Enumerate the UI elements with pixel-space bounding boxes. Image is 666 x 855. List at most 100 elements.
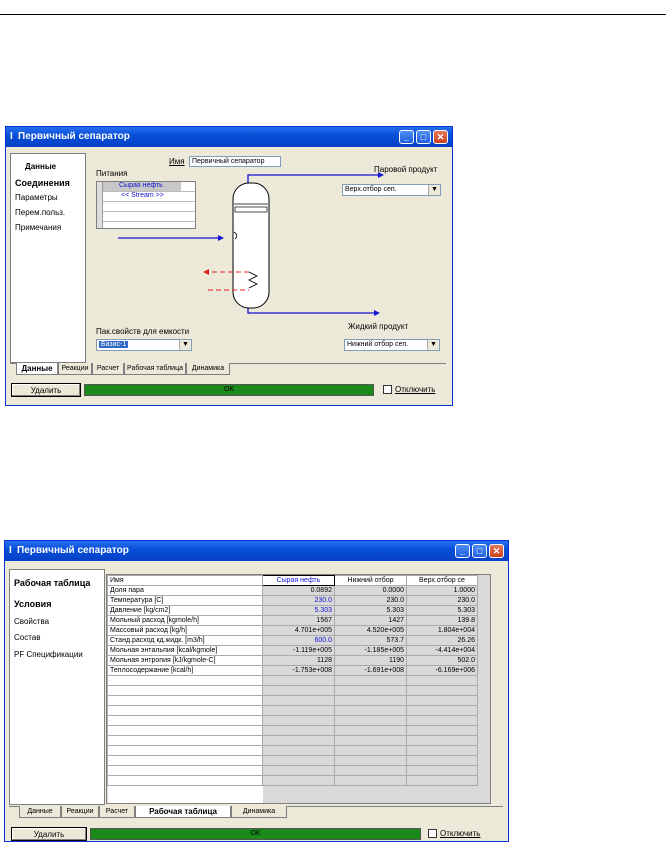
- table-cell: 5.303: [334, 605, 407, 616]
- checkbox-box[interactable]: [383, 385, 392, 395]
- table-cell: 230.0: [334, 595, 407, 606]
- table-cell-empty: [334, 735, 407, 746]
- maximize-button[interactable]: □: [472, 544, 487, 558]
- tab-worksheet[interactable]: Рабочая таблица: [135, 806, 231, 818]
- disable-checkbox[interactable]: Отключить: [383, 385, 436, 395]
- table-cell-empty: [334, 775, 407, 786]
- delete-button[interactable]: Удалить: [11, 383, 81, 397]
- tab-calculation[interactable]: Расчет: [99, 806, 135, 818]
- nav-item-properties[interactable]: Свойства: [14, 617, 49, 626]
- liquid-product-select[interactable]: Нижний отбор сеп. ▼: [344, 339, 440, 351]
- close-button[interactable]: ✕: [489, 544, 504, 558]
- table-cell-empty: [406, 715, 478, 726]
- tab-dynamics[interactable]: Динамика: [186, 363, 230, 375]
- table-cell: -4.414e+004: [406, 645, 478, 656]
- table-cell-empty: [334, 715, 407, 726]
- table-cell-empty: [262, 755, 335, 766]
- window-titlebar[interactable]: I Первичный сепаратор _ □ ✕: [5, 541, 508, 561]
- table-cell[interactable]: 600.0: [262, 635, 335, 646]
- table-row-empty: [107, 725, 478, 736]
- table-row-empty: [107, 775, 478, 786]
- liquid-product-label: Жидкий продукт: [348, 322, 409, 331]
- chevron-down-icon[interactable]: ▼: [427, 340, 439, 350]
- table-row: Станд.расход кд.жидк. [m3/h] 600.0 573.7 26…: [107, 635, 478, 646]
- table-cell-empty: [262, 695, 335, 706]
- property-package-value: Базис-1: [99, 341, 129, 348]
- status-bar: OK: [90, 828, 421, 840]
- table-row: Доля пара 0.0892 0.0000 1.0000: [107, 585, 478, 596]
- table-cell-empty: [334, 745, 407, 756]
- table-row: Мольная энтропия [kJ/kgmole-C] 1128 1190 50…: [107, 655, 478, 666]
- table-cell[interactable]: 5.303: [262, 605, 335, 616]
- table-cell-empty: [334, 755, 407, 766]
- liquid-product-value: Нижний отбор сеп.: [347, 341, 409, 348]
- separator-vessel: [232, 182, 270, 309]
- column-header-stream[interactable]: Нижний отбор: [334, 575, 407, 586]
- tab-reactions[interactable]: Реакции: [58, 363, 92, 375]
- energy-stream-arrowhead: [203, 269, 209, 275]
- separator-window-connections: I Первичный сепаратор _ □ ✕ Данные Соеди…: [5, 126, 453, 406]
- minimize-button[interactable]: _: [455, 544, 470, 558]
- nav-item-pf-specs[interactable]: PF Спецификации: [14, 650, 83, 659]
- table-cell-empty: [406, 705, 478, 716]
- table-cell-empty: [107, 775, 263, 786]
- table-row-empty: [107, 755, 478, 766]
- tab-dynamics[interactable]: Динамика: [231, 806, 287, 818]
- tab-data[interactable]: Данные: [19, 806, 61, 818]
- table-cell: 1567: [262, 615, 335, 626]
- table-cell-empty: [107, 735, 263, 746]
- property-package-label: Пак.свойств для емкости: [96, 327, 190, 336]
- table-cell-empty: [406, 765, 478, 776]
- table-cell-empty: [107, 685, 263, 696]
- disable-checkbox[interactable]: Отключить: [428, 829, 480, 839]
- column-header-stream[interactable]: Сырая нефть: [262, 575, 335, 586]
- row-label: Давление [kg/cm2]: [107, 605, 263, 616]
- table-cell-empty: [107, 705, 263, 716]
- table-cell: 1128: [262, 655, 335, 666]
- column-header-stream[interactable]: Верх.отбор се: [406, 575, 478, 586]
- table-row-empty: [107, 745, 478, 756]
- table-cell: 573.7: [334, 635, 407, 646]
- tab-worksheet[interactable]: Рабочая таблица: [124, 363, 186, 375]
- chevron-down-icon[interactable]: ▼: [179, 340, 191, 350]
- table-cell: 0.0892: [262, 585, 335, 596]
- table-cell-empty: [406, 725, 478, 736]
- property-package-select[interactable]: Базис-1 ▼: [96, 339, 192, 351]
- table-header-row: Имя Сырая нефть Нижний отбор Верх.отбор се: [107, 575, 478, 586]
- row-label: Массовый расход [kg/h]: [107, 625, 263, 636]
- row-label: Доля пара: [107, 585, 263, 596]
- table-cell: -1.753e+008: [262, 665, 335, 676]
- table-row-empty: [107, 685, 478, 696]
- table-cell: -6.169e+006: [406, 665, 478, 676]
- table-cell-empty: [334, 685, 407, 696]
- table-cell: 1427: [334, 615, 407, 626]
- table-cell-empty: [107, 715, 263, 726]
- demister-pad: [234, 206, 268, 213]
- row-label: Мольный расход [kgmole/h]: [107, 615, 263, 626]
- row-label: Мольная энтальпия [kcal/kgmole]: [107, 645, 263, 656]
- page-top-rule: [0, 14, 666, 15]
- disable-label: Отключить: [395, 385, 436, 394]
- table-cell-empty: [262, 725, 335, 736]
- table-cell-empty: [262, 765, 335, 776]
- tab-data[interactable]: Данные: [16, 363, 58, 375]
- table-cell-empty: [334, 695, 407, 706]
- tab-reactions[interactable]: Реакции: [61, 806, 99, 818]
- table-row: Температура [C] 230.0 230.0 230.0: [107, 595, 478, 606]
- table-cell-empty: [334, 725, 407, 736]
- table-cell: 1.804e+004: [406, 625, 478, 636]
- nav-item-composition[interactable]: Состав: [14, 633, 41, 642]
- table-cell-empty: [262, 715, 335, 726]
- row-label: Температура [C]: [107, 595, 263, 606]
- checkbox-box[interactable]: [428, 829, 437, 839]
- nav-item-conditions[interactable]: Условия: [14, 599, 51, 609]
- table-cell-empty: [262, 675, 335, 686]
- liquid-product-arrowhead: [374, 310, 380, 316]
- delete-button[interactable]: Удалить: [11, 827, 87, 841]
- table-cell: 1.0000: [406, 585, 478, 596]
- table-cell-empty: [107, 675, 263, 686]
- table-cell[interactable]: 230.0: [262, 595, 335, 606]
- tab-calculation[interactable]: Расчет: [92, 363, 124, 375]
- table-cell-empty: [406, 755, 478, 766]
- table-cell-empty: [107, 725, 263, 736]
